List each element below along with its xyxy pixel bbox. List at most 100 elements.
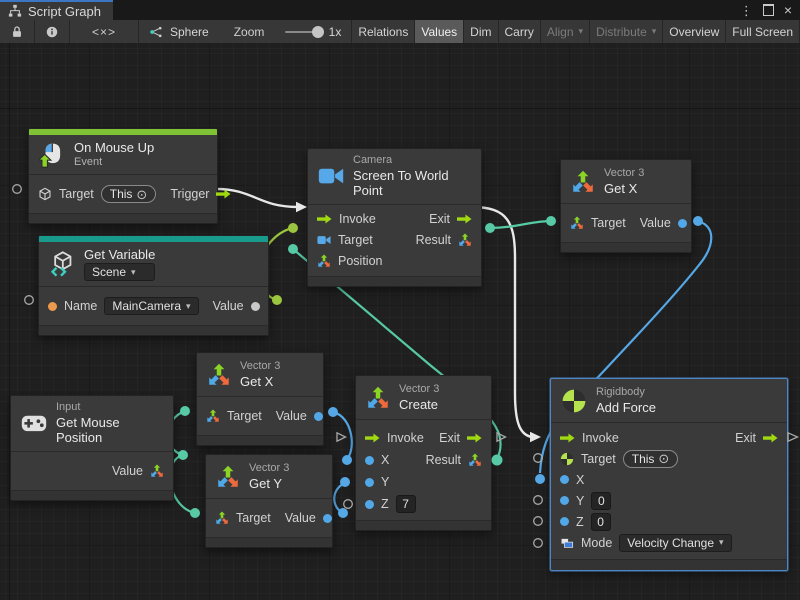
string-port-dot[interactable] [48,302,57,311]
wire-getx-mid-value-to-create-x[interactable] [333,412,352,459]
float-port-dot[interactable] [560,517,569,526]
gameobject-cube-icon [38,187,52,201]
node-footer [356,520,491,530]
dropdown-arrow-icon: ▾ [579,26,584,37]
align-button[interactable]: Align ▾ [541,20,590,43]
lock-button[interactable] [0,20,35,43]
node-title: Get Y [249,476,289,491]
node-add-force[interactable]: Rigidbody Add Force Invoke Exit Target T… [550,378,788,571]
target-this-button[interactable]: This ⊙ [101,185,157,203]
graph-asset-icon [149,25,163,39]
mode-value: Velocity Change [627,536,714,550]
window-close-icon[interactable]: × [784,3,792,17]
vector3-icon [207,363,231,387]
info-icon [45,25,59,39]
gamepad-icon [21,410,47,436]
vector3-icon[interactable] [150,464,164,478]
node-subtitle: Event [74,156,154,169]
scope-label: Scene [92,265,126,279]
values-button[interactable]: Values [415,20,464,43]
result-port-label: Result [426,453,461,467]
port-row: X Result [356,449,491,471]
align-label: Align [547,25,574,39]
window-menu-icon[interactable]: ⋮ [740,4,753,17]
relations-button[interactable]: Relations [352,20,415,43]
z-port-label: Z [381,497,389,511]
node-get-mouse-position[interactable]: Input Get Mouse Position Value [10,395,174,501]
flow-output-icon[interactable] [457,214,472,224]
overview-button[interactable]: Overview [663,20,726,43]
flow-output-icon[interactable] [763,433,778,443]
float-port-dot[interactable] [560,475,569,484]
target-port-label: Target [227,409,262,423]
float-port-dot[interactable] [678,219,687,228]
float-port-dot[interactable] [560,496,569,505]
invoke-port-label: Invoke [339,212,376,226]
target-this-button[interactable]: This ⊙ [623,450,679,468]
carry-button[interactable]: Carry [499,20,541,43]
vector3-icon[interactable] [206,409,220,423]
flow-output-icon[interactable] [216,189,231,199]
exit-port-label: Exit [735,431,756,445]
node-create-vector3[interactable]: Vector 3 Create Invoke Exit X Result [355,375,492,531]
node-header: Input Get Mouse Position [11,396,173,451]
tab-script-graph[interactable]: Script Graph [0,0,113,20]
zoom-slider-handle[interactable] [312,26,324,38]
dropdown-arrow-icon: ▾ [652,26,657,37]
exit-port-label: Exit [429,212,450,226]
edit-code-button[interactable]: <×> [70,20,139,43]
full-screen-button[interactable]: Full Screen [726,20,800,43]
y-value-field[interactable]: 0 [591,492,611,510]
float-port-dot[interactable] [323,514,332,523]
vector3-icon[interactable] [468,453,482,467]
info-button[interactable] [35,20,70,43]
window-maximize-icon[interactable] [763,4,774,16]
dim-button[interactable]: Dim [464,20,498,43]
zoom-label: Zoom [234,25,265,39]
variable-scope-dropdown[interactable]: Scene ▾ [84,263,155,281]
exit-port-label: Exit [439,431,460,445]
z-value-field[interactable]: 7 [396,495,416,513]
wire-result-to-getx-top-target[interactable] [490,221,551,228]
port-row: Y 0 [551,490,787,511]
float-port-dot[interactable] [365,500,374,509]
vector3-icon[interactable] [458,233,472,247]
target-port-label: Target [236,511,271,525]
object-picker-icon: ⊙ [658,452,669,465]
flow-input-icon[interactable] [317,214,332,224]
node-header: Vector 3 Get X [197,353,323,396]
flow-input-icon[interactable] [560,433,575,443]
mode-dropdown[interactable]: Velocity Change ▾ [619,534,731,552]
node-get-variable[interactable]: Get Variable Scene ▾ Name MainCamera ▾ [38,235,269,336]
wire-gety-value-to-create-y[interactable] [334,483,345,513]
float-port-dot[interactable] [365,456,374,465]
mouse-up-icon [39,142,65,168]
port-row: Y [356,471,491,493]
node-category: Vector 3 [604,167,644,180]
port-row: Z 0 [551,511,787,532]
node-get-x-top[interactable]: Vector 3 Get X Target Value [560,159,692,253]
float-port-dot[interactable] [365,478,374,487]
node-get-y[interactable]: Vector 3 Get Y Target Value [205,454,333,548]
distribute-button[interactable]: Distribute ▾ [590,20,663,43]
name-port-label: Name [64,299,97,313]
float-port-dot[interactable] [314,412,323,421]
node-get-x-mid[interactable]: Vector 3 Get X Target Value [196,352,324,446]
variable-name-dropdown[interactable]: MainCamera ▾ [104,297,198,315]
flow-input-icon[interactable] [365,433,380,443]
vector3-icon[interactable] [215,511,229,525]
flow-output-icon[interactable] [467,433,482,443]
vector3-icon[interactable] [570,216,584,230]
node-screen-to-world-point[interactable]: Camera Screen To World Point Invoke Exit… [307,148,482,287]
vector3-icon[interactable] [317,254,331,268]
port-row: Target This ⊙ Trigger [29,179,217,209]
zoom-slider[interactable] [285,31,321,33]
zoom-group: Sphere Zoom 1x [139,20,352,43]
node-footer [11,490,173,500]
graph-canvas[interactable]: On Mouse Up Event Target This ⊙ Trigger [0,43,800,600]
node-header: Get Variable Scene ▾ [39,242,268,286]
object-port-dot[interactable] [251,302,260,311]
port-row: Mode Velocity Change ▾ [551,532,787,553]
z-value-field[interactable]: 0 [591,513,611,531]
node-on-mouse-up[interactable]: On Mouse Up Event Target This ⊙ Trigger [28,128,218,224]
